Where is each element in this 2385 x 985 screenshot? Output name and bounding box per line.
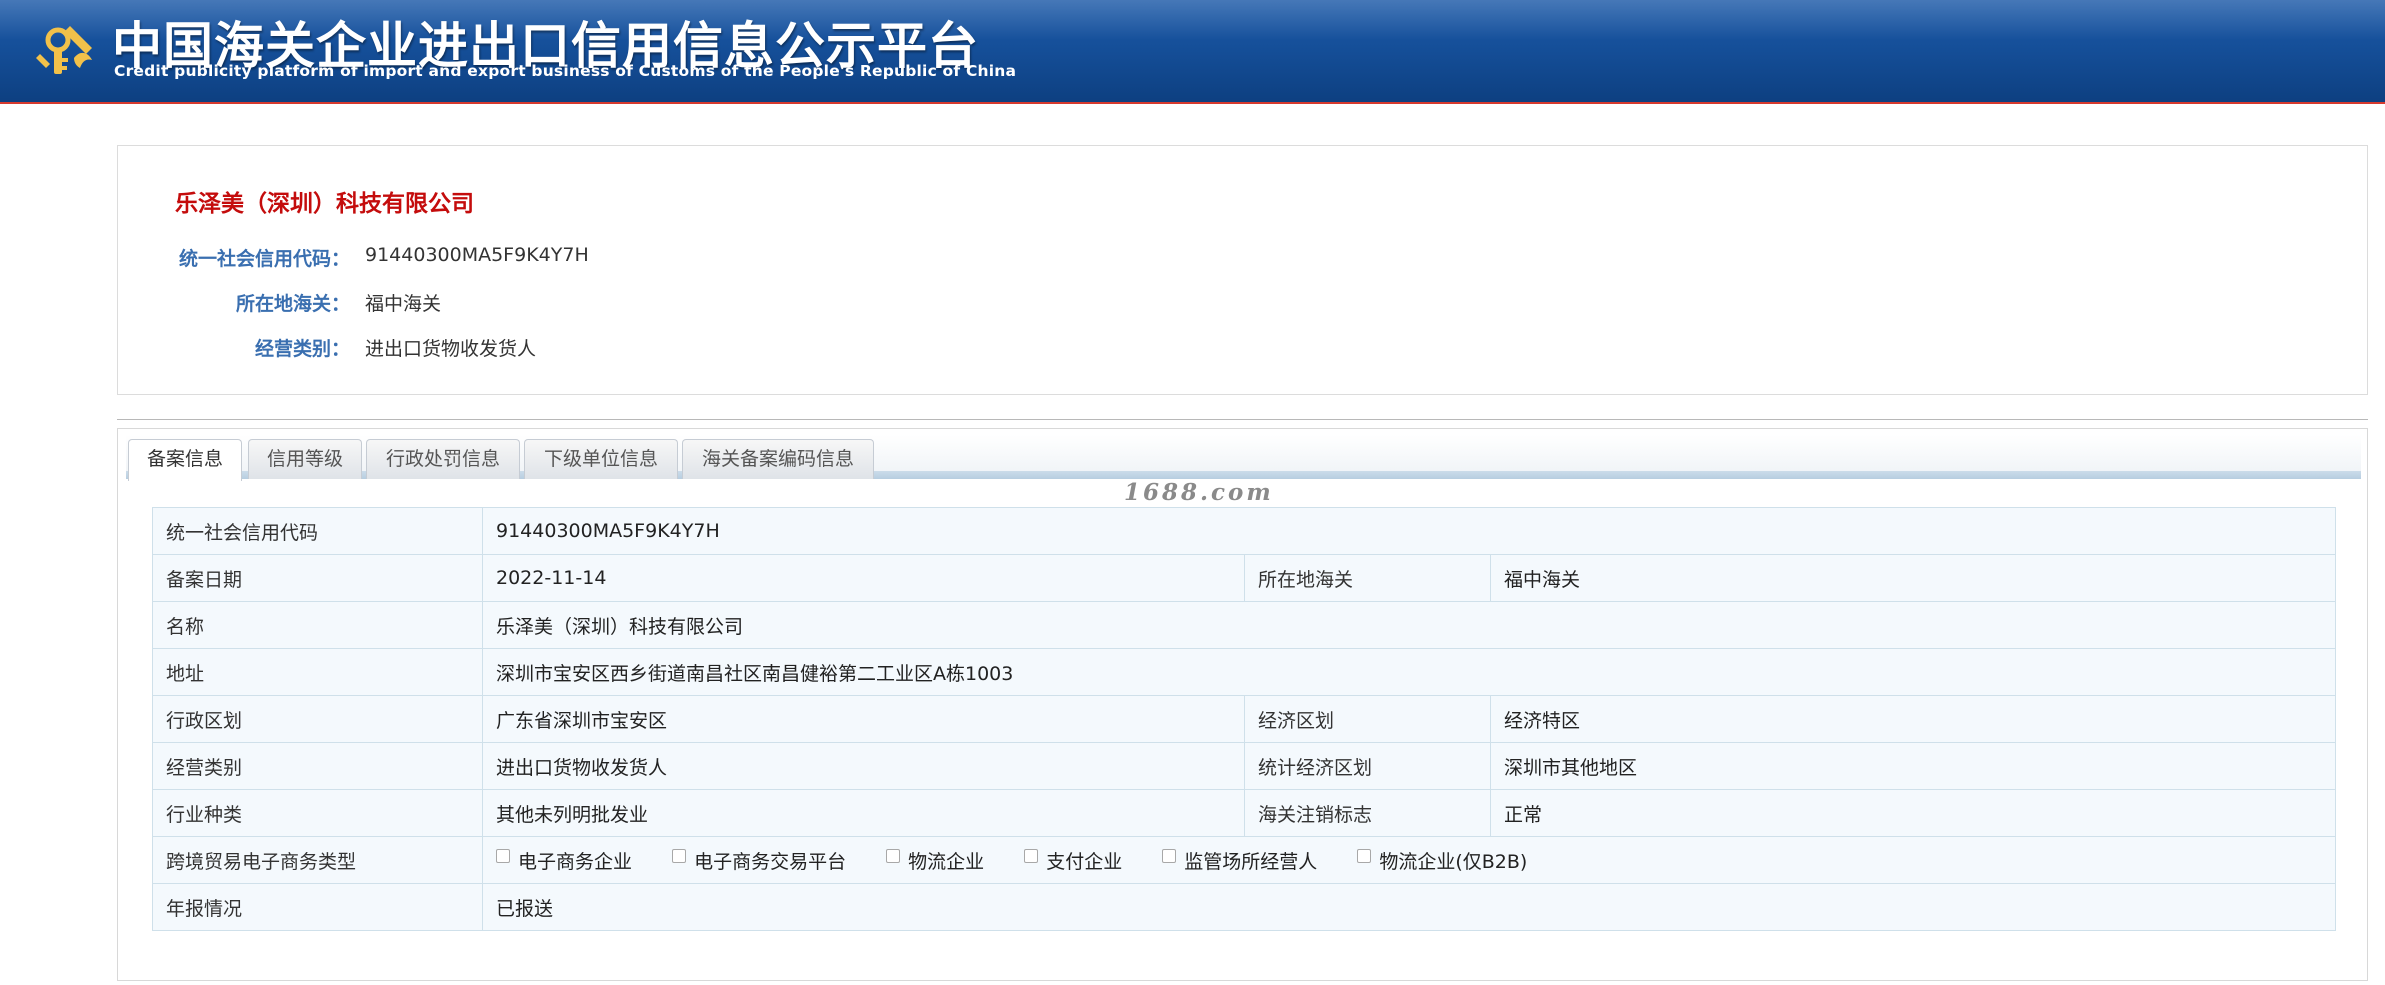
summary-customs-value: 福中海关 (365, 293, 442, 315)
checkbox-box[interactable] (1024, 849, 1039, 864)
table-row: 经营类别 进出口货物收发货人 统计经济区划 深圳市其他地区 (152, 742, 2336, 790)
summary-credit-code-value: 91440300MA5F9K4Y7H (365, 244, 589, 266)
header-red-rule (0, 102, 2385, 104)
checkbox-box[interactable] (1162, 849, 1177, 864)
checkbox-label: 支付企业 (1046, 850, 1123, 873)
checkbox-box[interactable] (672, 849, 687, 864)
checkbox-box[interactable] (496, 849, 510, 864)
checkbox-ecommerce-enterprise[interactable]: 电子商务企业 (496, 847, 632, 874)
checkbox-supervision-operator[interactable]: 监管场所经营人 (1162, 847, 1317, 874)
checkbox-label: 电子商务企业 (518, 850, 633, 873)
customs-emblem-icon (36, 26, 92, 74)
summary-customs-label: 所在地海关： (235, 293, 350, 315)
annual-report-label: 年报情况 (152, 883, 483, 931)
credit-code-value: 91440300MA5F9K4Y7H (482, 507, 2336, 555)
admin-region-label: 行政区划 (152, 695, 483, 743)
table-row: 行政区划 广东省深圳市宝安区 经济区划 经济特区 (152, 695, 2336, 743)
checkbox-label: 电子商务交易平台 (694, 850, 847, 873)
tab-admin-penalty[interactable]: 行政处罚信息 (366, 439, 520, 479)
cancel-flag-label: 海关注销标志 (1244, 789, 1491, 837)
table-row: 年报情况 已报送 (152, 883, 2336, 931)
tab-record-info[interactable]: 备案信息 (128, 439, 242, 481)
checkbox-box[interactable] (886, 849, 901, 864)
tab-customs-codes[interactable]: 海关备案编码信息 (682, 439, 874, 479)
name-value: 乐泽美（深圳）科技有限公司 (482, 601, 2336, 649)
credit-code-label: 统一社会信用代码 (152, 507, 483, 555)
tab-credit-level[interactable]: 信用等级 (248, 439, 362, 479)
checkbox-box[interactable] (1357, 849, 1372, 864)
record-date-label: 备案日期 (152, 554, 483, 602)
econ-region-label: 经济区划 (1244, 695, 1491, 743)
checkbox-logistics-b2b[interactable]: 物流企业(仅B2B) (1357, 847, 1527, 874)
ecommerce-label: 跨境贸易电子商务类型 (152, 836, 483, 884)
biz-type-value: 进出口货物收发货人 (482, 742, 1245, 790)
checkbox-label: 物流企业(仅B2B) (1379, 850, 1528, 873)
biz-type-label: 经营类别 (152, 742, 483, 790)
annual-report-value: 已报送 (482, 883, 2336, 931)
table-row: 行业种类 其他未列明批发业 海关注销标志 正常 (152, 789, 2336, 837)
ecommerce-options: 电子商务企业 电子商务交易平台 物流企业 支付企业 监管场所经营人 物流企业(仅… (482, 836, 2336, 884)
table-row: 地址 深圳市宝安区西乡街道南昌社区南昌健裕第二工业区A栋1003 (152, 648, 2336, 696)
customs-label: 所在地海关 (1244, 554, 1491, 602)
name-label: 名称 (152, 601, 483, 649)
company-name: 乐泽美（深圳）科技有限公司 (175, 191, 474, 217)
table-row: 名称 乐泽美（深圳）科技有限公司 (152, 601, 2336, 649)
checkbox-label: 监管场所经营人 (1184, 850, 1318, 873)
record-date-value: 2022-11-14 (482, 554, 1245, 602)
stat-region-label: 统计经济区划 (1244, 742, 1491, 790)
address-value: 深圳市宝安区西乡街道南昌社区南昌健裕第二工业区A栋1003 (482, 648, 2336, 696)
checkbox-label: 物流企业 (908, 850, 985, 873)
admin-region-value: 广东省深圳市宝安区 (482, 695, 1245, 743)
section-divider (117, 419, 2368, 420)
address-label: 地址 (152, 648, 483, 696)
checkbox-ecommerce-platform[interactable]: 电子商务交易平台 (672, 847, 846, 874)
industry-value: 其他未列明批发业 (482, 789, 1245, 837)
tab-bar: 备案信息 信用等级 行政处罚信息 下级单位信息 海关备案编码信息 (126, 435, 2361, 481)
cancel-flag-value: 正常 (1490, 789, 2336, 837)
table-row: 跨境贸易电子商务类型 电子商务企业 电子商务交易平台 物流企业 支付企业 监管场… (152, 836, 2336, 884)
table-row: 备案日期 2022-11-14 所在地海关 福中海关 (152, 554, 2336, 602)
company-summary-card: 乐泽美（深圳）科技有限公司 统一社会信用代码： 91440300MA5F9K4Y… (117, 145, 2368, 395)
summary-biz-type-value: 进出口货物收发货人 (365, 338, 537, 360)
watermark: 1688.com (1124, 479, 1274, 506)
checkbox-logistics[interactable]: 物流企业 (886, 847, 984, 874)
site-subtitle: Credit publicity platform of import and … (114, 62, 1017, 80)
table-row: 统一社会信用代码 91440300MA5F9K4Y7H (152, 507, 2336, 555)
record-info-table: 统一社会信用代码 91440300MA5F9K4Y7H 备案日期 2022-11… (152, 507, 2336, 931)
summary-biz-type-label: 经营类别： (254, 338, 350, 360)
tab-subordinate-units[interactable]: 下级单位信息 (524, 439, 678, 479)
customs-value: 福中海关 (1490, 554, 2336, 602)
checkbox-payment[interactable]: 支付企业 (1024, 847, 1122, 874)
summary-credit-code-label: 统一社会信用代码： (178, 248, 350, 270)
industry-label: 行业种类 (152, 789, 483, 837)
site-header: 中国海关企业进出口信用信息公示平台 Credit publicity platf… (0, 0, 2385, 104)
econ-region-value: 经济特区 (1490, 695, 2336, 743)
stat-region-value: 深圳市其他地区 (1490, 742, 2336, 790)
